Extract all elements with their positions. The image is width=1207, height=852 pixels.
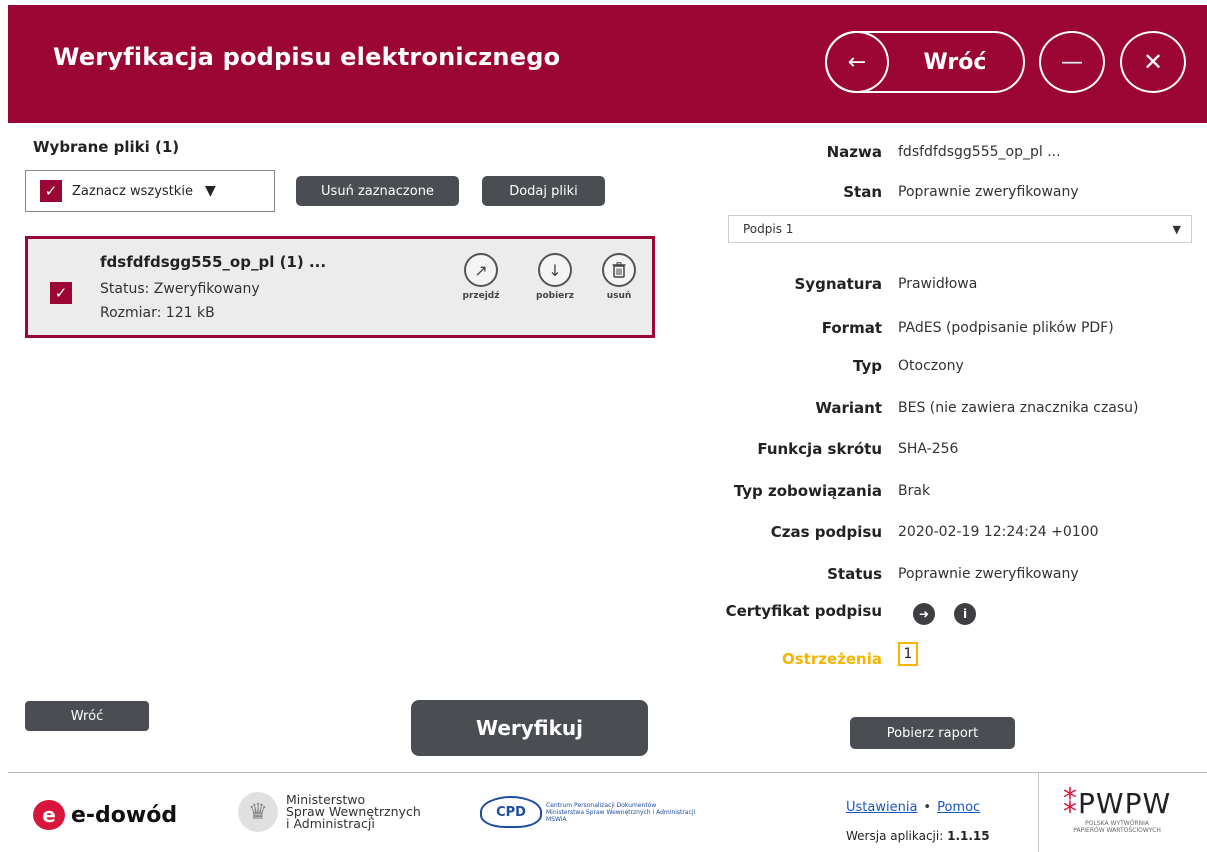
download-report-button[interactable]: Pobierz raport [850,717,1015,749]
detail-value: 2020-02-19 12:24:24 +0100 [898,524,1099,540]
detail-label: Typ zobowiązania [733,482,882,500]
arrow-left-icon: ← [825,31,889,93]
back-button-label: Wróć [923,49,987,75]
ministry-logo: ♛ Ministerstwo Spraw Wewnętrznych i Admi… [238,792,421,832]
state-value: Poprawnie zweryfikowany [898,184,1079,200]
download-file-label: pobierz [536,291,574,301]
detail-value: Poprawnie zweryfikowany [898,566,1079,582]
footer-vertical-divider [1038,773,1039,852]
footer-divider [8,772,1207,773]
pwpw-emblem-icon: ⁑ [1063,787,1078,820]
version-value: 1.1.15 [947,829,990,843]
detail-row: Status [648,565,882,585]
arrow-down-icon: ↓ [538,253,572,287]
verify-button[interactable]: Weryfikuj [411,700,648,756]
version-label: Wersja aplikacji: [846,829,944,843]
file-size: Rozmiar: 121 kB [100,305,215,321]
file-name-value: fdsfdfdsgg555_op_pl ... [898,144,1061,160]
detail-label: Czas podpisu [770,523,882,541]
ministry-line: i Administracji [286,816,375,831]
app-version: Wersja aplikacji: 1.1.15 [846,829,990,843]
file-status: Status: Zweryfikowany [100,281,260,297]
file-checkbox[interactable]: ✓ [50,282,72,304]
header-bar: Weryfikacja podpisu elektronicznego ← Wr… [8,5,1207,123]
settings-link[interactable]: Ustawienia [846,800,917,815]
detail-value: PAdES (podpisanie plików PDF) [898,320,1114,336]
detail-row: Sygnatura [648,275,883,295]
selected-files-title: Wybrane pliki (1) [33,138,180,156]
file-card[interactable]: ✓ fdsfdfdsgg555_op_pl (1) ... Status: Zw… [25,236,655,338]
select-all-label: Zaznacz wszystkie [72,183,193,199]
cpd-line: MSWiA [546,815,567,823]
detail-row: Funkcja skrótu [648,440,882,460]
detail-row-state: Stan [708,183,882,203]
delete-file-label: usuń [606,291,632,301]
detail-row: Format [648,319,882,339]
arrow-right-icon[interactable]: ➜ [913,603,935,625]
warnings-count-badge[interactable]: 1 [898,642,918,666]
trash-icon [602,253,636,287]
detail-label: Funkcja skrótu [757,440,882,458]
cpd-line: Ministerstwa Spraw Wewnętrznych i Admini… [546,808,696,816]
footer-links: Ustawienia • Pomoc [846,800,980,815]
detail-value: Otoczony [898,358,964,374]
pwpw-text: PWPW [1078,787,1172,820]
detail-row: Wariant [648,399,882,419]
detail-row: Typ [648,357,882,377]
edowod-logo: e e-dowód [33,800,177,830]
detail-label: Certyfikat podpisu [725,602,882,620]
detail-label: Stan [843,183,882,201]
cpd-logo: CPD Centrum Personalizacji Dokumentów Mi… [480,796,695,828]
cpd-mark: CPD [480,796,542,828]
file-name: fdsfdfdsgg555_op_pl (1) ... [100,253,327,271]
detail-value: Brak [898,483,931,499]
eagle-emblem-icon: ♛ [238,792,278,832]
checkbox-checked-icon[interactable]: ✓ [40,180,62,202]
detail-label: Status [827,565,882,583]
back-button[interactable]: ← Wróć [825,31,1025,93]
signature-select[interactable]: Podpis 1 ▼ [728,215,1192,243]
close-icon: ✕ [1142,48,1164,76]
go-to-file-label: przejdź [462,291,500,301]
select-all-dropdown[interactable]: ✓ Zaznacz wszystkie ▼ [25,170,275,212]
edowod-icon: e [33,800,65,830]
info-icon[interactable]: i [954,603,976,625]
caret-down-icon: ▼ [1172,222,1181,236]
pwpw-logo: ⁑PWPW POLSKA WYTWÓRNIA PAPIERÓW WARTOŚCI… [1063,787,1171,834]
detail-label: Sygnatura [794,275,883,293]
download-file-button[interactable]: ↓ pobierz [530,253,580,301]
page-title: Weryfikacja podpisu elektronicznego [53,43,561,71]
cpd-line: Centrum Personalizacji Dokumentów [546,801,657,809]
back-bottom-button[interactable]: Wróć [25,701,149,731]
detail-value: BES (nie zawiera znacznika czasu) [898,400,1139,416]
detail-value: SHA-256 [898,441,959,457]
detail-label: Typ [853,357,882,375]
pwpw-subtitle: PAPIERÓW WARTOŚCIOWYCH [1073,827,1161,834]
detail-label: Nazwa [826,143,882,161]
arrow-up-right-icon: ↗ [464,253,498,287]
detail-label: Wariant [815,399,882,417]
signature-select-value: Podpis 1 [743,222,794,236]
remove-selected-button[interactable]: Usuń zaznaczone [296,176,459,206]
app-window: Weryfikacja podpisu elektronicznego ← Wr… [8,5,1207,852]
pwpw-subtitle: POLSKA WYTWÓRNIA [1085,820,1149,827]
detail-row-name: Nazwa [708,143,882,163]
caret-down-icon: ▼ [204,183,216,199]
warnings-label: Ostrzeżenia [782,650,882,668]
help-link[interactable]: Pomoc [937,800,980,815]
detail-row-certificate: Certyfikat podpisu [668,602,882,622]
detail-row: Czas podpisu [648,523,882,543]
go-to-file-button[interactable]: ↗ przejdź [456,253,506,301]
detail-value: Prawidłowa [898,276,978,292]
detail-row: Typ zobowiązania [648,482,882,502]
edowod-text: e-dowód [71,802,178,828]
minimize-icon: — [1061,49,1083,75]
separator-dot: • [923,800,932,815]
detail-label: Format [821,319,882,337]
delete-file-button[interactable]: usuń [594,253,644,301]
add-files-button[interactable]: Dodaj pliki [482,176,605,206]
close-button[interactable]: ✕ [1120,31,1186,93]
minimize-button[interactable]: — [1039,31,1105,93]
